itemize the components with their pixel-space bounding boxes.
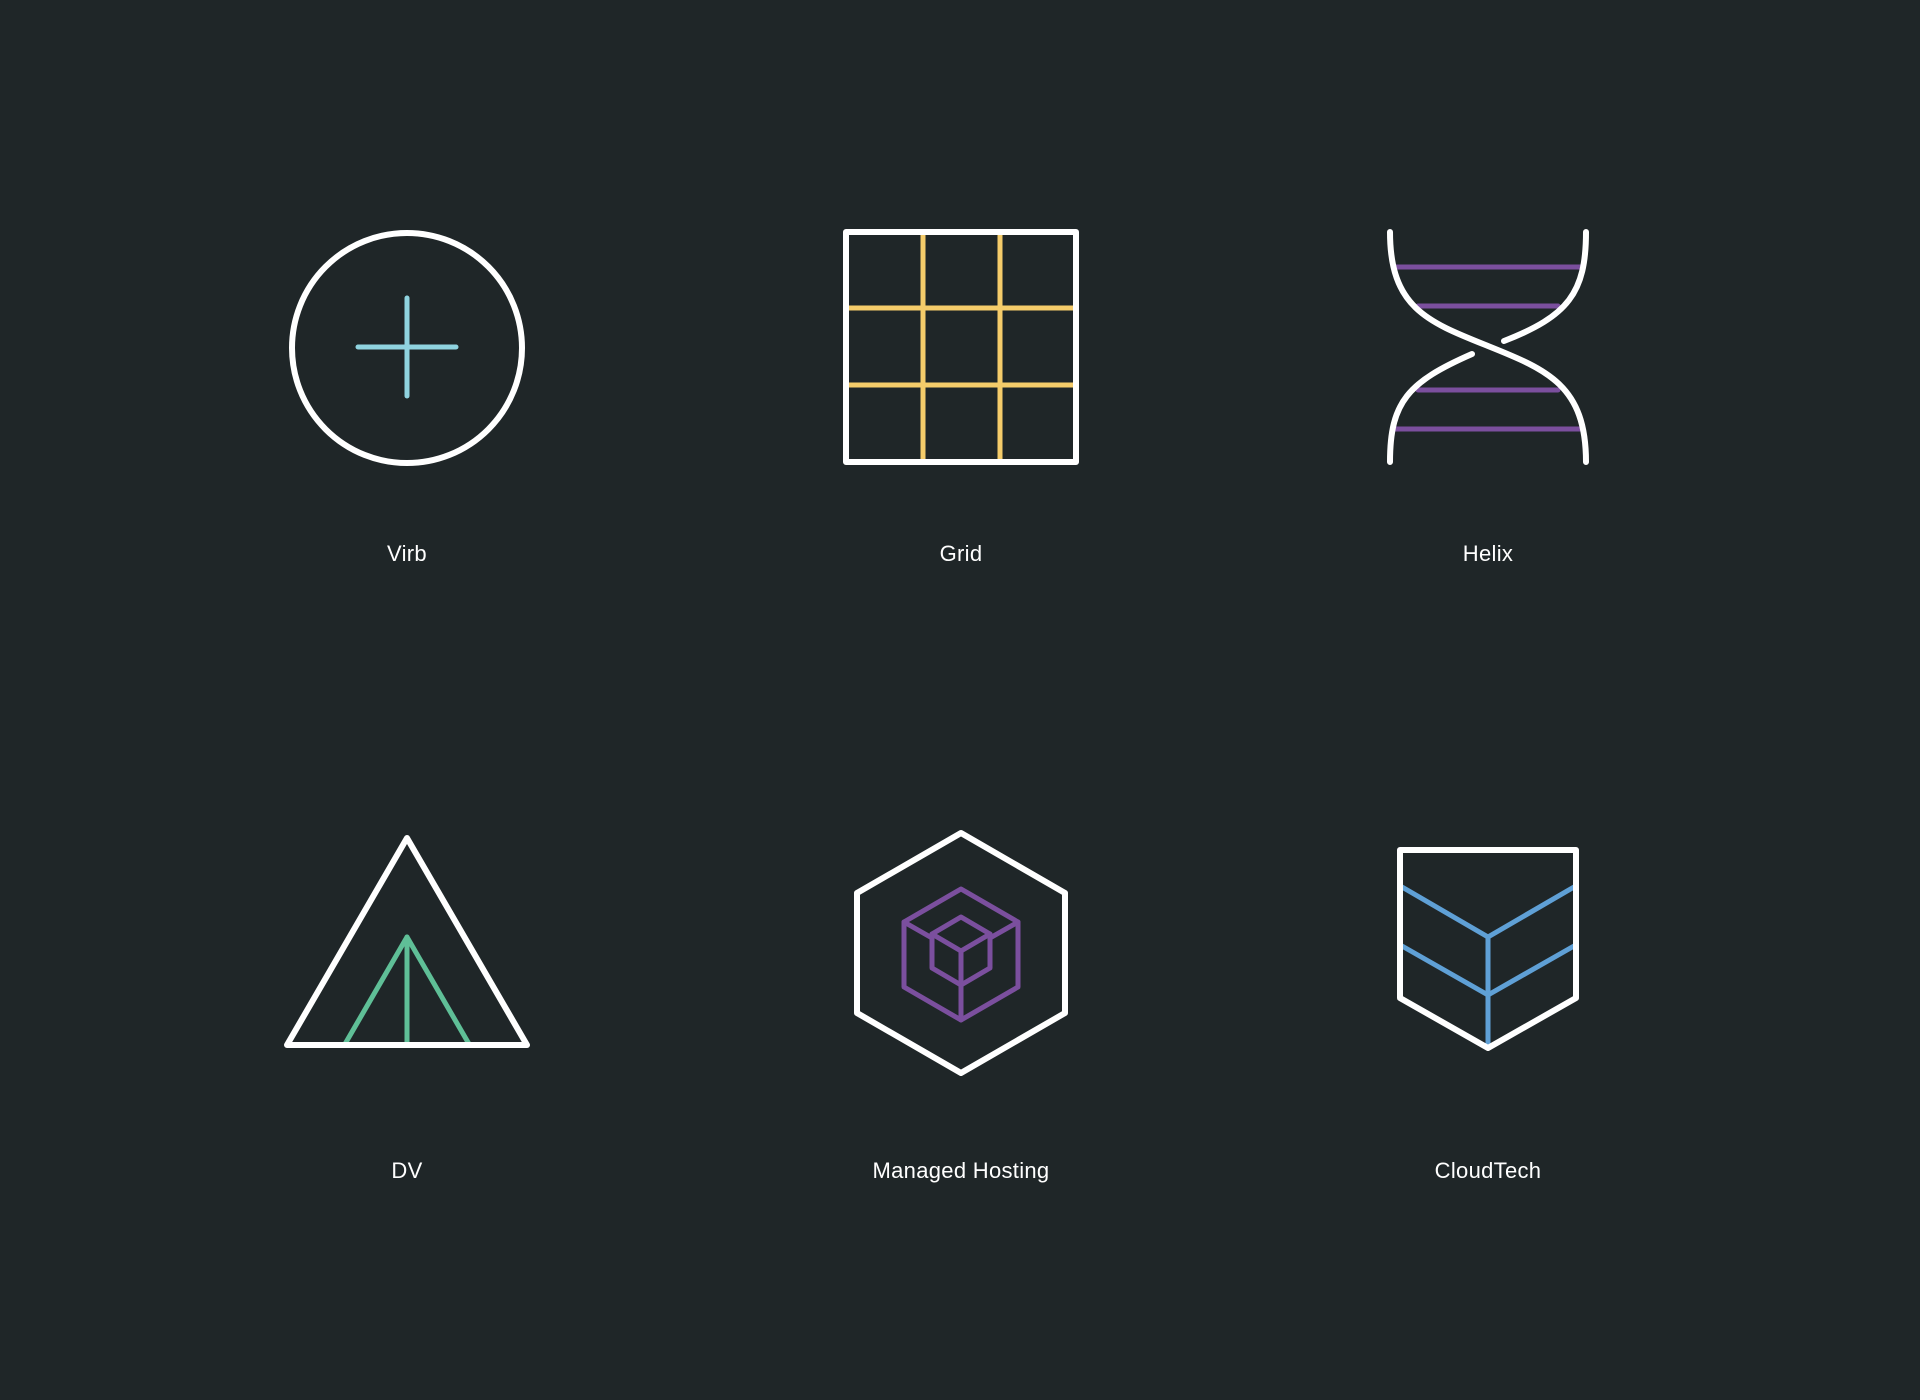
logo-tile-grid: Grid	[761, 198, 1161, 578]
logo-label: DV	[391, 1158, 423, 1183]
dna-helix-icon	[1387, 229, 1589, 465]
hexagon-cube-icon	[854, 830, 1068, 1076]
logo-label: Virb	[387, 541, 427, 566]
logo-tile-virb: Virb	[207, 198, 607, 578]
logo-label: CloudTech	[1434, 1158, 1542, 1183]
logo-tile-dv: DV	[207, 815, 607, 1195]
triangle-tent-icon	[284, 835, 530, 1048]
logo-label: Helix	[1462, 541, 1514, 566]
logo-tile-cloudtech: CloudTech	[1288, 815, 1688, 1195]
circle-plus-icon	[289, 230, 525, 466]
grid-icon	[843, 229, 1079, 465]
logo-tile-helix: Helix	[1288, 198, 1688, 578]
logo-tile-managed-hosting: Managed Hosting	[761, 815, 1161, 1195]
shield-chevron-icon	[1397, 847, 1579, 1051]
logo-label: Grid	[939, 541, 983, 566]
logo-label: Managed Hosting	[872, 1158, 1050, 1183]
